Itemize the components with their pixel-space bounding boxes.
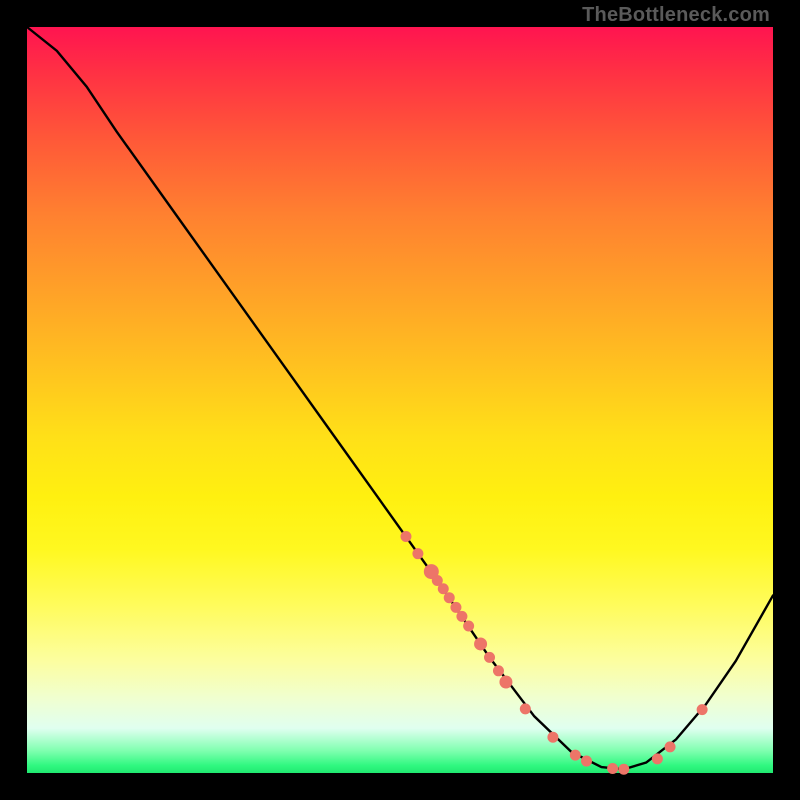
data-marker <box>451 602 461 612</box>
data-marker <box>401 532 411 542</box>
data-marker <box>413 549 423 559</box>
watermark-text: TheBottleneck.com <box>582 4 770 27</box>
data-marker <box>475 638 487 650</box>
data-marker <box>444 593 454 603</box>
data-marker <box>665 742 675 752</box>
data-marker <box>438 584 448 594</box>
data-marker <box>619 764 629 774</box>
data-markers <box>401 532 707 775</box>
data-marker <box>582 756 592 766</box>
data-marker <box>520 704 530 714</box>
chart-svg <box>27 27 773 773</box>
chart-container: TheBottleneck.com <box>0 0 800 800</box>
data-marker <box>570 750 580 760</box>
data-marker <box>457 611 467 621</box>
data-marker <box>608 764 618 774</box>
data-marker <box>493 666 503 676</box>
data-marker <box>464 621 474 631</box>
data-marker <box>697 705 707 715</box>
bottleneck-curve <box>27 27 773 769</box>
data-marker <box>485 652 495 662</box>
data-marker <box>548 732 558 742</box>
data-marker <box>652 754 662 764</box>
data-marker <box>500 676 512 688</box>
